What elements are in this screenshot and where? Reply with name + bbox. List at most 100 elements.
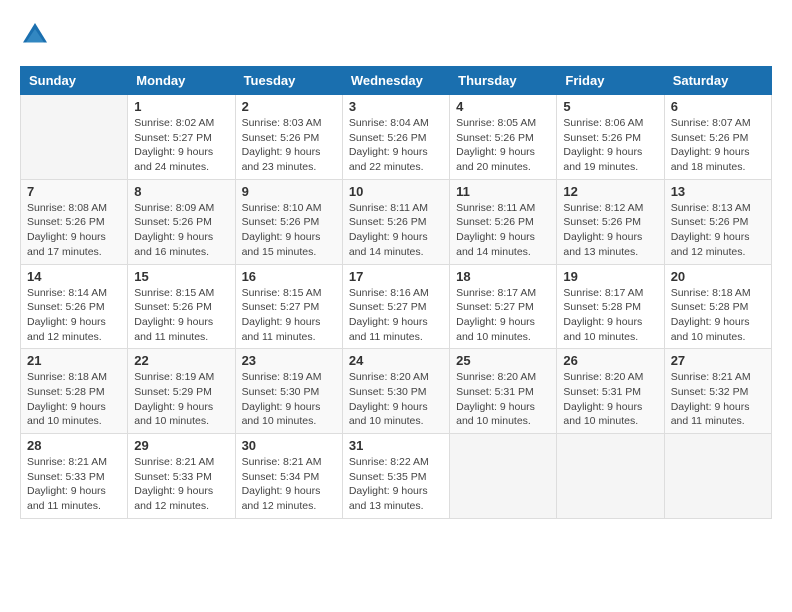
- calendar-cell: 14Sunrise: 8:14 AM Sunset: 5:26 PM Dayli…: [21, 264, 128, 349]
- calendar-cell: 22 Sunrise: 8:19 AM Sunset: 5:29 PM Dayli…: [128, 349, 235, 434]
- col-sunday: Sunday: [21, 67, 128, 95]
- calendar-cell: 3 Sunrise: 8:04 AM Sunset: 5:26 PM Daylig…: [342, 95, 449, 180]
- day-info: Sunrise: 8:18 AM Sunset: 5:28 PM Dayligh…: [671, 286, 765, 345]
- calendar-body: 1 Sunrise: 8:02 AM Sunset: 5:27 PM Daylig…: [21, 95, 772, 519]
- day-info: Sunrise: 8:09 AM Sunset: 5:26 PM Dayligh…: [134, 201, 228, 260]
- day-info: Sunrise: 8:13 AM Sunset: 5:26 PM Dayligh…: [671, 201, 765, 260]
- calendar-cell: 17Sunrise: 8:16 AM Sunset: 5:27 PM Dayli…: [342, 264, 449, 349]
- calendar-cell: 8 Sunrise: 8:09 AM Sunset: 5:26 PM Daylig…: [128, 179, 235, 264]
- day-info: Sunrise: 8:07 AM Sunset: 5:26 PM Dayligh…: [671, 116, 765, 175]
- calendar-cell: 27 Sunrise: 8:21 AM Sunset: 5:32 PM Dayli…: [664, 349, 771, 434]
- day-info: Sunrise: 8:08 AM Sunset: 5:26 PM Dayligh…: [27, 201, 121, 260]
- calendar-cell: 31 Sunrise: 8:22 AM Sunset: 5:35 PM Dayli…: [342, 434, 449, 519]
- calendar-cell: [664, 434, 771, 519]
- day-info: Sunrise: 8:11 AM Sunset: 5:26 PM Dayligh…: [456, 201, 550, 260]
- col-saturday: Saturday: [664, 67, 771, 95]
- day-info: Sunrise: 8:05 AM Sunset: 5:26 PM Dayligh…: [456, 116, 550, 175]
- calendar-cell: 7 Sunrise: 8:08 AM Sunset: 5:26 PM Daylig…: [21, 179, 128, 264]
- day-number: 20: [671, 269, 765, 284]
- day-number: 11: [456, 184, 550, 199]
- day-info: Sunrise: 8:20 AM Sunset: 5:31 PM Dayligh…: [563, 370, 657, 429]
- day-info: Sunrise: 8:04 AM Sunset: 5:26 PM Dayligh…: [349, 116, 443, 175]
- calendar-cell: 18 Sunrise: 8:17 AM Sunset: 5:27 PM Dayli…: [450, 264, 557, 349]
- calendar-cell: 26 Sunrise: 8:20 AM Sunset: 5:31 PM Dayli…: [557, 349, 664, 434]
- day-number: 28: [27, 438, 121, 453]
- day-number: 6: [671, 99, 765, 114]
- calendar-cell: 30 Sunrise: 8:21 AM Sunset: 5:34 PM Dayli…: [235, 434, 342, 519]
- day-number: 25: [456, 353, 550, 368]
- day-number: 16: [242, 269, 336, 284]
- logo: [20, 20, 52, 50]
- col-friday: Friday: [557, 67, 664, 95]
- calendar-week-row: 14Sunrise: 8:14 AM Sunset: 5:26 PM Dayli…: [21, 264, 772, 349]
- day-info: Sunrise: 8:12 AM Sunset: 5:26 PM Dayligh…: [563, 201, 657, 260]
- calendar-cell: 9Sunrise: 8:10 AM Sunset: 5:26 PM Daylig…: [235, 179, 342, 264]
- calendar-week-row: 1 Sunrise: 8:02 AM Sunset: 5:27 PM Daylig…: [21, 95, 772, 180]
- calendar-cell: 19 Sunrise: 8:17 AM Sunset: 5:28 PM Dayli…: [557, 264, 664, 349]
- day-info: Sunrise: 8:22 AM Sunset: 5:35 PM Dayligh…: [349, 455, 443, 514]
- day-number: 31: [349, 438, 443, 453]
- day-number: 19: [563, 269, 657, 284]
- calendar-cell: [557, 434, 664, 519]
- day-number: 10: [349, 184, 443, 199]
- day-number: 29: [134, 438, 228, 453]
- calendar-cell: [21, 95, 128, 180]
- day-number: 24: [349, 353, 443, 368]
- day-info: Sunrise: 8:21 AM Sunset: 5:33 PM Dayligh…: [134, 455, 228, 514]
- calendar-week-row: 7 Sunrise: 8:08 AM Sunset: 5:26 PM Daylig…: [21, 179, 772, 264]
- calendar-cell: 16 Sunrise: 8:15 AM Sunset: 5:27 PM Dayli…: [235, 264, 342, 349]
- calendar-cell: 24 Sunrise: 8:20 AM Sunset: 5:30 PM Dayli…: [342, 349, 449, 434]
- day-number: 22: [134, 353, 228, 368]
- day-info: Sunrise: 8:03 AM Sunset: 5:26 PM Dayligh…: [242, 116, 336, 175]
- day-number: 8: [134, 184, 228, 199]
- day-number: 3: [349, 99, 443, 114]
- day-number: 15: [134, 269, 228, 284]
- calendar-cell: 5 Sunrise: 8:06 AM Sunset: 5:26 PM Daylig…: [557, 95, 664, 180]
- calendar-week-row: 28 Sunrise: 8:21 AM Sunset: 5:33 PM Dayli…: [21, 434, 772, 519]
- day-number: 13: [671, 184, 765, 199]
- day-info: Sunrise: 8:21 AM Sunset: 5:32 PM Dayligh…: [671, 370, 765, 429]
- day-info: Sunrise: 8:21 AM Sunset: 5:34 PM Dayligh…: [242, 455, 336, 514]
- day-number: 27: [671, 353, 765, 368]
- day-info: Sunrise: 8:20 AM Sunset: 5:30 PM Dayligh…: [349, 370, 443, 429]
- day-info: Sunrise: 8:21 AM Sunset: 5:33 PM Dayligh…: [27, 455, 121, 514]
- logo-icon: [20, 20, 50, 50]
- day-number: 12: [563, 184, 657, 199]
- day-number: 5: [563, 99, 657, 114]
- page-header: [20, 20, 772, 50]
- day-number: 26: [563, 353, 657, 368]
- calendar-cell: 2Sunrise: 8:03 AM Sunset: 5:26 PM Daylig…: [235, 95, 342, 180]
- day-info: Sunrise: 8:02 AM Sunset: 5:27 PM Dayligh…: [134, 116, 228, 175]
- col-thursday: Thursday: [450, 67, 557, 95]
- day-info: Sunrise: 8:19 AM Sunset: 5:30 PM Dayligh…: [242, 370, 336, 429]
- day-number: 4: [456, 99, 550, 114]
- calendar-cell: 28 Sunrise: 8:21 AM Sunset: 5:33 PM Dayli…: [21, 434, 128, 519]
- calendar-cell: 25Sunrise: 8:20 AM Sunset: 5:31 PM Dayli…: [450, 349, 557, 434]
- calendar-cell: 15Sunrise: 8:15 AM Sunset: 5:26 PM Dayli…: [128, 264, 235, 349]
- day-info: Sunrise: 8:17 AM Sunset: 5:28 PM Dayligh…: [563, 286, 657, 345]
- calendar-cell: 21 Sunrise: 8:18 AM Sunset: 5:28 PM Dayli…: [21, 349, 128, 434]
- day-info: Sunrise: 8:11 AM Sunset: 5:26 PM Dayligh…: [349, 201, 443, 260]
- day-info: Sunrise: 8:17 AM Sunset: 5:27 PM Dayligh…: [456, 286, 550, 345]
- day-number: 17: [349, 269, 443, 284]
- day-number: 21: [27, 353, 121, 368]
- day-number: 30: [242, 438, 336, 453]
- day-info: Sunrise: 8:18 AM Sunset: 5:28 PM Dayligh…: [27, 370, 121, 429]
- calendar-cell: 6 Sunrise: 8:07 AM Sunset: 5:26 PM Daylig…: [664, 95, 771, 180]
- calendar-cell: 11 Sunrise: 8:11 AM Sunset: 5:26 PM Dayli…: [450, 179, 557, 264]
- day-number: 7: [27, 184, 121, 199]
- col-wednesday: Wednesday: [342, 67, 449, 95]
- calendar-cell: 23Sunrise: 8:19 AM Sunset: 5:30 PM Dayli…: [235, 349, 342, 434]
- calendar-cell: 20 Sunrise: 8:18 AM Sunset: 5:28 PM Dayli…: [664, 264, 771, 349]
- day-number: 18: [456, 269, 550, 284]
- day-info: Sunrise: 8:15 AM Sunset: 5:27 PM Dayligh…: [242, 286, 336, 345]
- col-monday: Monday: [128, 67, 235, 95]
- calendar-cell: 1 Sunrise: 8:02 AM Sunset: 5:27 PM Daylig…: [128, 95, 235, 180]
- col-tuesday: Tuesday: [235, 67, 342, 95]
- day-info: Sunrise: 8:19 AM Sunset: 5:29 PM Dayligh…: [134, 370, 228, 429]
- day-number: 1: [134, 99, 228, 114]
- calendar-cell: 4 Sunrise: 8:05 AM Sunset: 5:26 PM Daylig…: [450, 95, 557, 180]
- day-info: Sunrise: 8:14 AM Sunset: 5:26 PM Dayligh…: [27, 286, 121, 345]
- day-info: Sunrise: 8:06 AM Sunset: 5:26 PM Dayligh…: [563, 116, 657, 175]
- calendar-cell: 29 Sunrise: 8:21 AM Sunset: 5:33 PM Dayli…: [128, 434, 235, 519]
